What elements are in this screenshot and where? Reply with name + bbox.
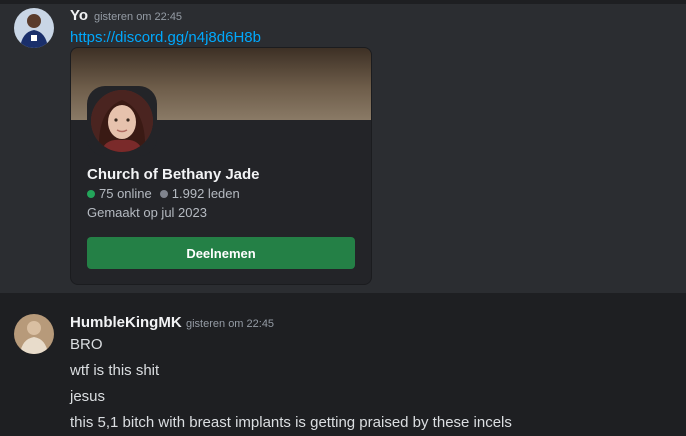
server-icon-frame (87, 86, 157, 156)
avatar-humblekingmk[interactable] (14, 314, 54, 354)
avatar-yo[interactable] (14, 8, 54, 48)
avatar-image (14, 8, 54, 48)
author-name[interactable]: Yo (70, 7, 88, 24)
message-timestamp: gisteren om 22:45 (186, 318, 275, 330)
message-line: wtf is this shit (70, 362, 160, 379)
message-timestamp: gisteren om 22:45 (94, 11, 183, 23)
server-stats: 75 online 1.992 leden (87, 186, 240, 201)
server-name: Church of Bethany Jade (87, 166, 260, 183)
member-dot-icon (159, 189, 168, 198)
member-count: 1.992 leden (171, 186, 240, 201)
online-dot-icon (87, 189, 95, 198)
server-icon-image (91, 90, 153, 152)
message-line: this 5,1 bitch with breast implants is g… (70, 414, 512, 431)
join-button[interactable]: Deelnemen (87, 237, 355, 269)
online-count: 75 online (99, 186, 152, 201)
invite-link[interactable]: https://discord.gg/n4j8d6H8b (70, 29, 261, 46)
server-created-date: Gemaakt op jul 2023 (87, 205, 207, 220)
avatar-image (14, 314, 54, 354)
server-invite-card: Church of Bethany Jade 75 online 1.992 l… (70, 47, 372, 285)
message-line: BRO (70, 336, 103, 353)
author-name[interactable]: HumbleKingMK (70, 314, 182, 331)
server-icon[interactable] (91, 90, 153, 152)
message-line: jesus (70, 388, 106, 405)
